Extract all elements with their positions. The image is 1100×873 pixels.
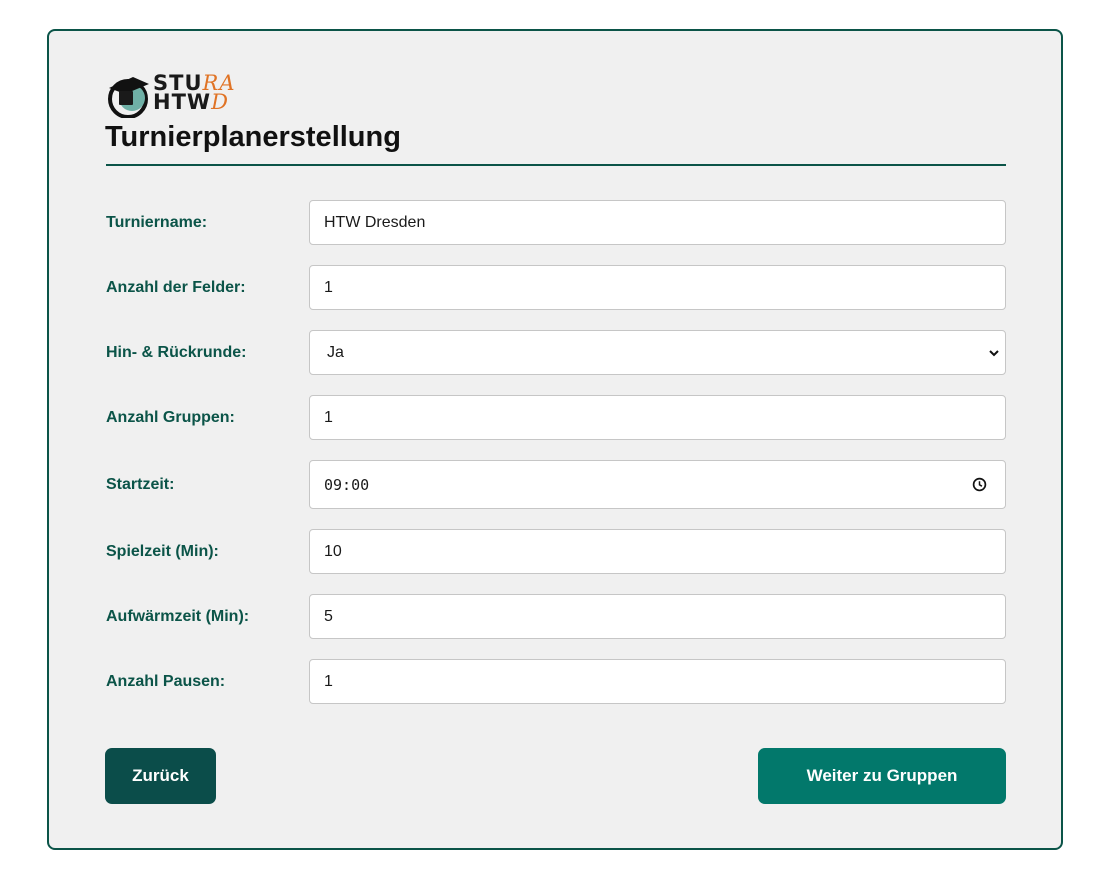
group-count-input[interactable]: 1 (309, 395, 1006, 440)
play-time-label: Spielzeit (Min): (106, 542, 219, 560)
next-to-groups-button[interactable]: Weiter zu Gruppen (758, 748, 1006, 804)
group-count-label: Anzahl Gruppen: (106, 408, 235, 426)
tournament-name-value: HTW Dresden (324, 213, 426, 231)
start-time-row: Startzeit: 09:00 (106, 460, 1006, 509)
title-divider (106, 164, 1006, 166)
return-round-value: Ja (327, 343, 344, 361)
tournament-name-input[interactable]: HTW Dresden (309, 200, 1006, 245)
warmup-time-input[interactable]: 5 (309, 594, 1006, 639)
start-time-value: 09:00 (324, 475, 370, 494)
break-count-label: Anzahl Pausen: (106, 672, 226, 690)
tournament-name-label: Turniername: (106, 213, 208, 231)
form-card: STURA HTWD Turnierplanerstellung Turnier… (47, 29, 1063, 850)
group-count-value: 1 (324, 408, 333, 426)
return-round-label: Hin- & Rückrunde: (106, 343, 247, 361)
field-count-row: Anzahl der Felder: 1 (106, 265, 1006, 310)
warmup-time-row: Aufwärmzeit (Min): 5 (106, 594, 1006, 639)
play-time-value: 10 (324, 542, 342, 560)
back-button[interactable]: Zurück (105, 748, 216, 804)
group-count-row: Anzahl Gruppen: 1 (106, 395, 1006, 440)
page-title: Turnierplanerstellung (105, 121, 401, 153)
start-time-input[interactable]: 09:00 (309, 460, 1006, 509)
warmup-time-label: Aufwärmzeit (Min): (106, 607, 250, 625)
field-count-label: Anzahl der Felder: (106, 278, 246, 296)
clock-icon[interactable] (972, 477, 987, 492)
break-count-row: Anzahl Pausen: 1 (106, 659, 1006, 704)
play-time-input[interactable]: 10 (309, 529, 1006, 574)
return-round-row: Hin- & Rückrunde: Ja (106, 330, 1006, 375)
field-count-input[interactable]: 1 (309, 265, 1006, 310)
field-count-value: 1 (324, 278, 333, 296)
return-round-select[interactable]: Ja (309, 330, 1006, 375)
chevron-down-icon[interactable] (988, 347, 1000, 359)
break-count-input[interactable]: 1 (309, 659, 1006, 704)
stura-htwd-logo: STURA HTWD (105, 71, 245, 118)
tournament-name-row: Turniername: HTW Dresden (106, 200, 1006, 245)
start-time-label: Startzeit: (106, 475, 175, 493)
play-time-row: Spielzeit (Min): 10 (106, 529, 1006, 574)
break-count-value: 1 (324, 672, 333, 690)
warmup-time-value: 5 (324, 607, 333, 625)
logo-wordmark: STURA HTWD (153, 71, 236, 114)
graduation-cap-icon (108, 77, 149, 118)
